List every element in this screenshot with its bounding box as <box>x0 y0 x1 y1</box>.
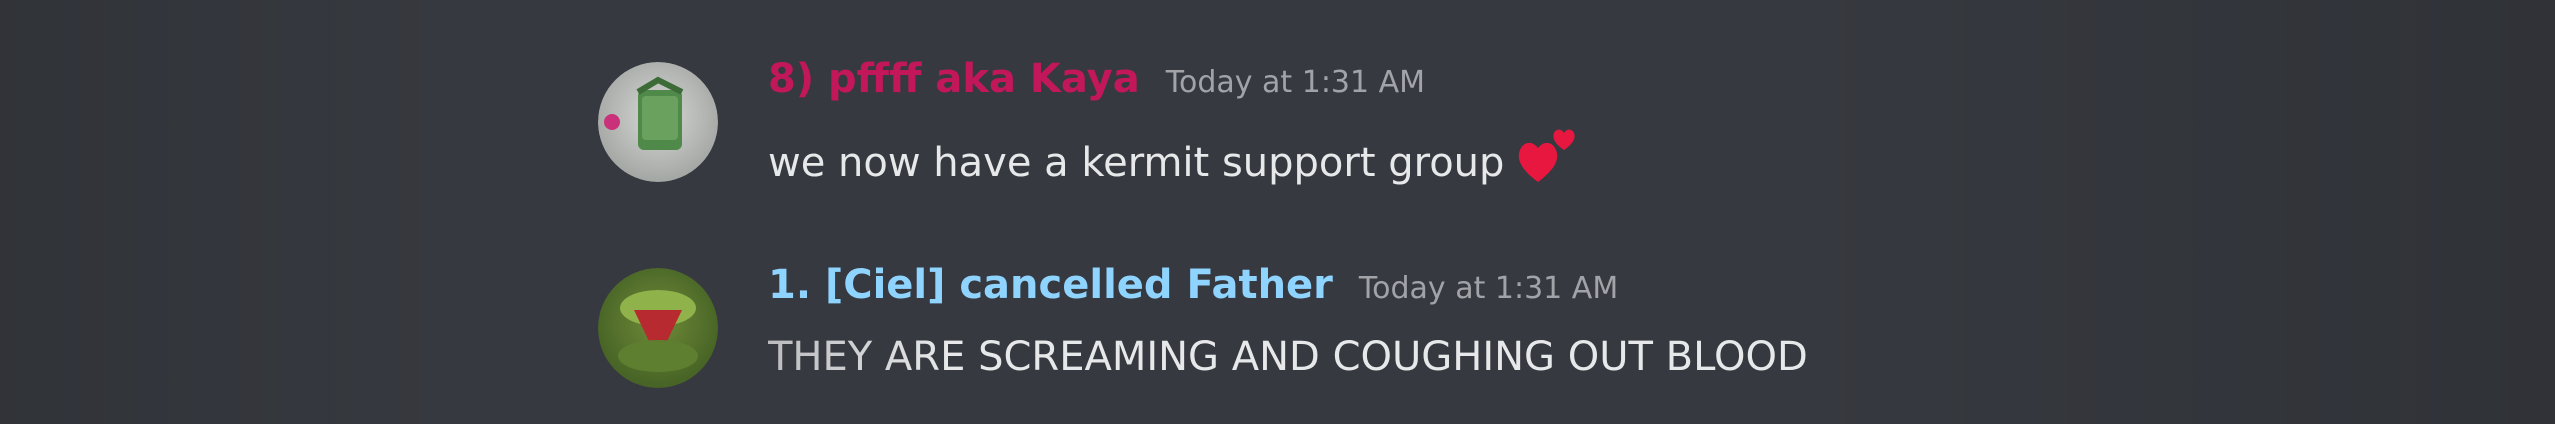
username[interactable]: 8) pffff aka Kaya <box>768 56 1140 102</box>
chat-message-list: 8) pffff aka Kaya Today at 1:31 AM we no… <box>0 0 2555 424</box>
user-avatar[interactable] <box>598 268 718 388</box>
green-gift-avatar-icon <box>598 62 718 182</box>
two-hearts-emoji-icon <box>1514 120 1584 190</box>
kermit-avatar-icon <box>598 268 718 388</box>
message-text: we now have a kermit support group <box>768 140 1505 186</box>
username[interactable]: 1. [Ciel] cancelled Father <box>768 262 1333 308</box>
timestamp: Today at 1:31 AM <box>1165 65 1426 100</box>
chat-message: 1. [Ciel] cancelled Father Today at 1:31… <box>598 262 2298 412</box>
user-avatar[interactable] <box>598 62 718 182</box>
message-text: THEY ARE SCREAMING AND COUGHING OUT BLOO… <box>768 334 1808 380</box>
chat-message: 8) pffff aka Kaya Today at 1:31 AM we no… <box>598 56 2298 206</box>
timestamp: Today at 1:31 AM <box>1358 271 1619 306</box>
